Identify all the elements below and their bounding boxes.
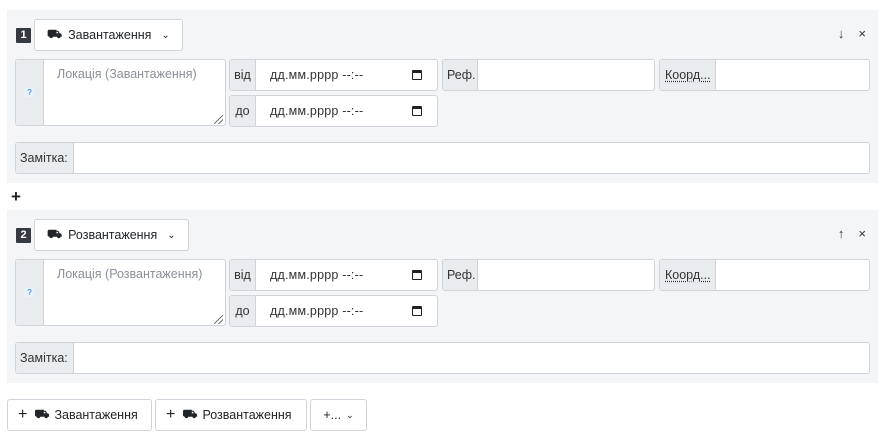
calendar-icon[interactable] xyxy=(412,270,422,280)
date-from-label: від xyxy=(230,60,256,90)
more-stop-types-dropdown[interactable]: +... ⌄ xyxy=(310,399,367,431)
chevron-down-icon: ⌄ xyxy=(161,29,170,41)
date-from-input[interactable]: дд.мм.рррр --:-- xyxy=(256,68,412,82)
location-field: ? Локація (Завантаження) xyxy=(15,59,226,126)
coord-input[interactable] xyxy=(716,260,869,290)
truck-unloading-icon: ⛟ xyxy=(182,407,198,421)
location-placeholder: Локація (Завантаження) xyxy=(57,67,197,81)
chevron-down-icon: ⌄ xyxy=(346,409,354,420)
stop-number-badge: 2 xyxy=(16,228,31,243)
stop-type-label: Розвантаження xyxy=(68,228,158,242)
resize-grip-icon[interactable] xyxy=(214,315,223,324)
ref-label: Реф. xyxy=(443,60,478,90)
note-input[interactable] xyxy=(74,343,869,373)
add-loading-label: Завантаження xyxy=(54,408,138,422)
truck-loading-icon: ⛟ xyxy=(34,407,50,421)
stop-type-dropdown[interactable]: ⛟ Розвантаження ⌄ xyxy=(34,219,189,251)
stop-number-badge: 1 xyxy=(16,28,31,43)
date-to-input[interactable]: дд.мм.рррр --:-- xyxy=(256,304,412,318)
add-unloading-button[interactable]: + ⛟ Розвантаження xyxy=(155,399,307,431)
date-to-label: до xyxy=(230,296,256,326)
calendar-icon[interactable] xyxy=(412,70,422,80)
stop-type-dropdown[interactable]: ⛟ Завантаження ⌄ xyxy=(34,19,183,51)
location-textarea[interactable]: Локація (Завантаження) xyxy=(44,60,225,125)
ref-input[interactable] xyxy=(478,60,654,90)
location-placeholder: Локація (Розвантаження) xyxy=(57,267,203,281)
date-from-input[interactable]: дд.мм.рррр --:-- xyxy=(256,268,412,282)
help-badge[interactable]: ? xyxy=(24,88,35,97)
note-field: Замітка: xyxy=(15,342,870,374)
coord-field: Коорд... xyxy=(659,59,870,91)
plus-icon: + xyxy=(18,406,28,423)
date-to-field: до дд.мм.рррр --:-- xyxy=(229,95,438,127)
plus-icon: + xyxy=(166,406,176,423)
coord-input[interactable] xyxy=(716,60,869,90)
note-field: Замітка: xyxy=(15,142,870,174)
date-to-field: до дд.мм.рррр --:-- xyxy=(229,295,438,327)
chevron-down-icon: ⌄ xyxy=(167,229,176,241)
add-loading-button[interactable]: + ⛟ Завантаження xyxy=(7,399,152,431)
date-to-input[interactable]: дд.мм.рррр --:-- xyxy=(256,104,412,118)
help-badge[interactable]: ? xyxy=(24,288,35,297)
resize-grip-icon[interactable] xyxy=(214,115,223,124)
ref-label: Реф. xyxy=(443,260,478,290)
remove-stop-icon[interactable]: × xyxy=(858,226,866,242)
location-field: ? Локація (Розвантаження) xyxy=(15,259,226,326)
coord-label: Коорд... xyxy=(660,60,716,90)
add-stop-between-button[interactable]: + xyxy=(11,188,21,206)
move-up-icon[interactable]: ↑ xyxy=(838,226,845,242)
ref-input[interactable] xyxy=(478,260,654,290)
more-label: +... xyxy=(323,408,342,422)
stop-card-2: 2 ⛟ Розвантаження ⌄ ↑ × ? Локація (Розва… xyxy=(7,210,878,383)
ref-field: Реф. xyxy=(442,259,655,291)
coord-field: Коорд... xyxy=(659,259,870,291)
location-textarea[interactable]: Локація (Розвантаження) xyxy=(44,260,225,325)
note-input[interactable] xyxy=(74,143,869,173)
add-unloading-label: Розвантаження xyxy=(202,408,292,422)
move-down-icon[interactable]: ↓ xyxy=(838,26,845,42)
date-from-label: від xyxy=(230,260,256,290)
note-label: Замітка: xyxy=(16,143,74,173)
date-from-field: від дд.мм.рррр --:-- xyxy=(229,259,438,291)
note-label: Замітка: xyxy=(16,343,74,373)
stop-type-label: Завантаження xyxy=(68,28,152,42)
truck-unloading-icon: ⛟ xyxy=(47,227,63,241)
ref-field: Реф. xyxy=(442,59,655,91)
date-to-label: до xyxy=(230,96,256,126)
remove-stop-icon[interactable]: × xyxy=(858,26,866,42)
stop-card-1: 1 ⛟ Завантаження ⌄ ↓ × ? Локація (Завант… xyxy=(7,10,878,183)
calendar-icon[interactable] xyxy=(412,306,422,316)
date-from-field: від дд.мм.рррр --:-- xyxy=(229,59,438,91)
truck-loading-icon: ⛟ xyxy=(47,27,63,41)
coord-label: Коорд... xyxy=(660,260,716,290)
calendar-icon[interactable] xyxy=(412,106,422,116)
